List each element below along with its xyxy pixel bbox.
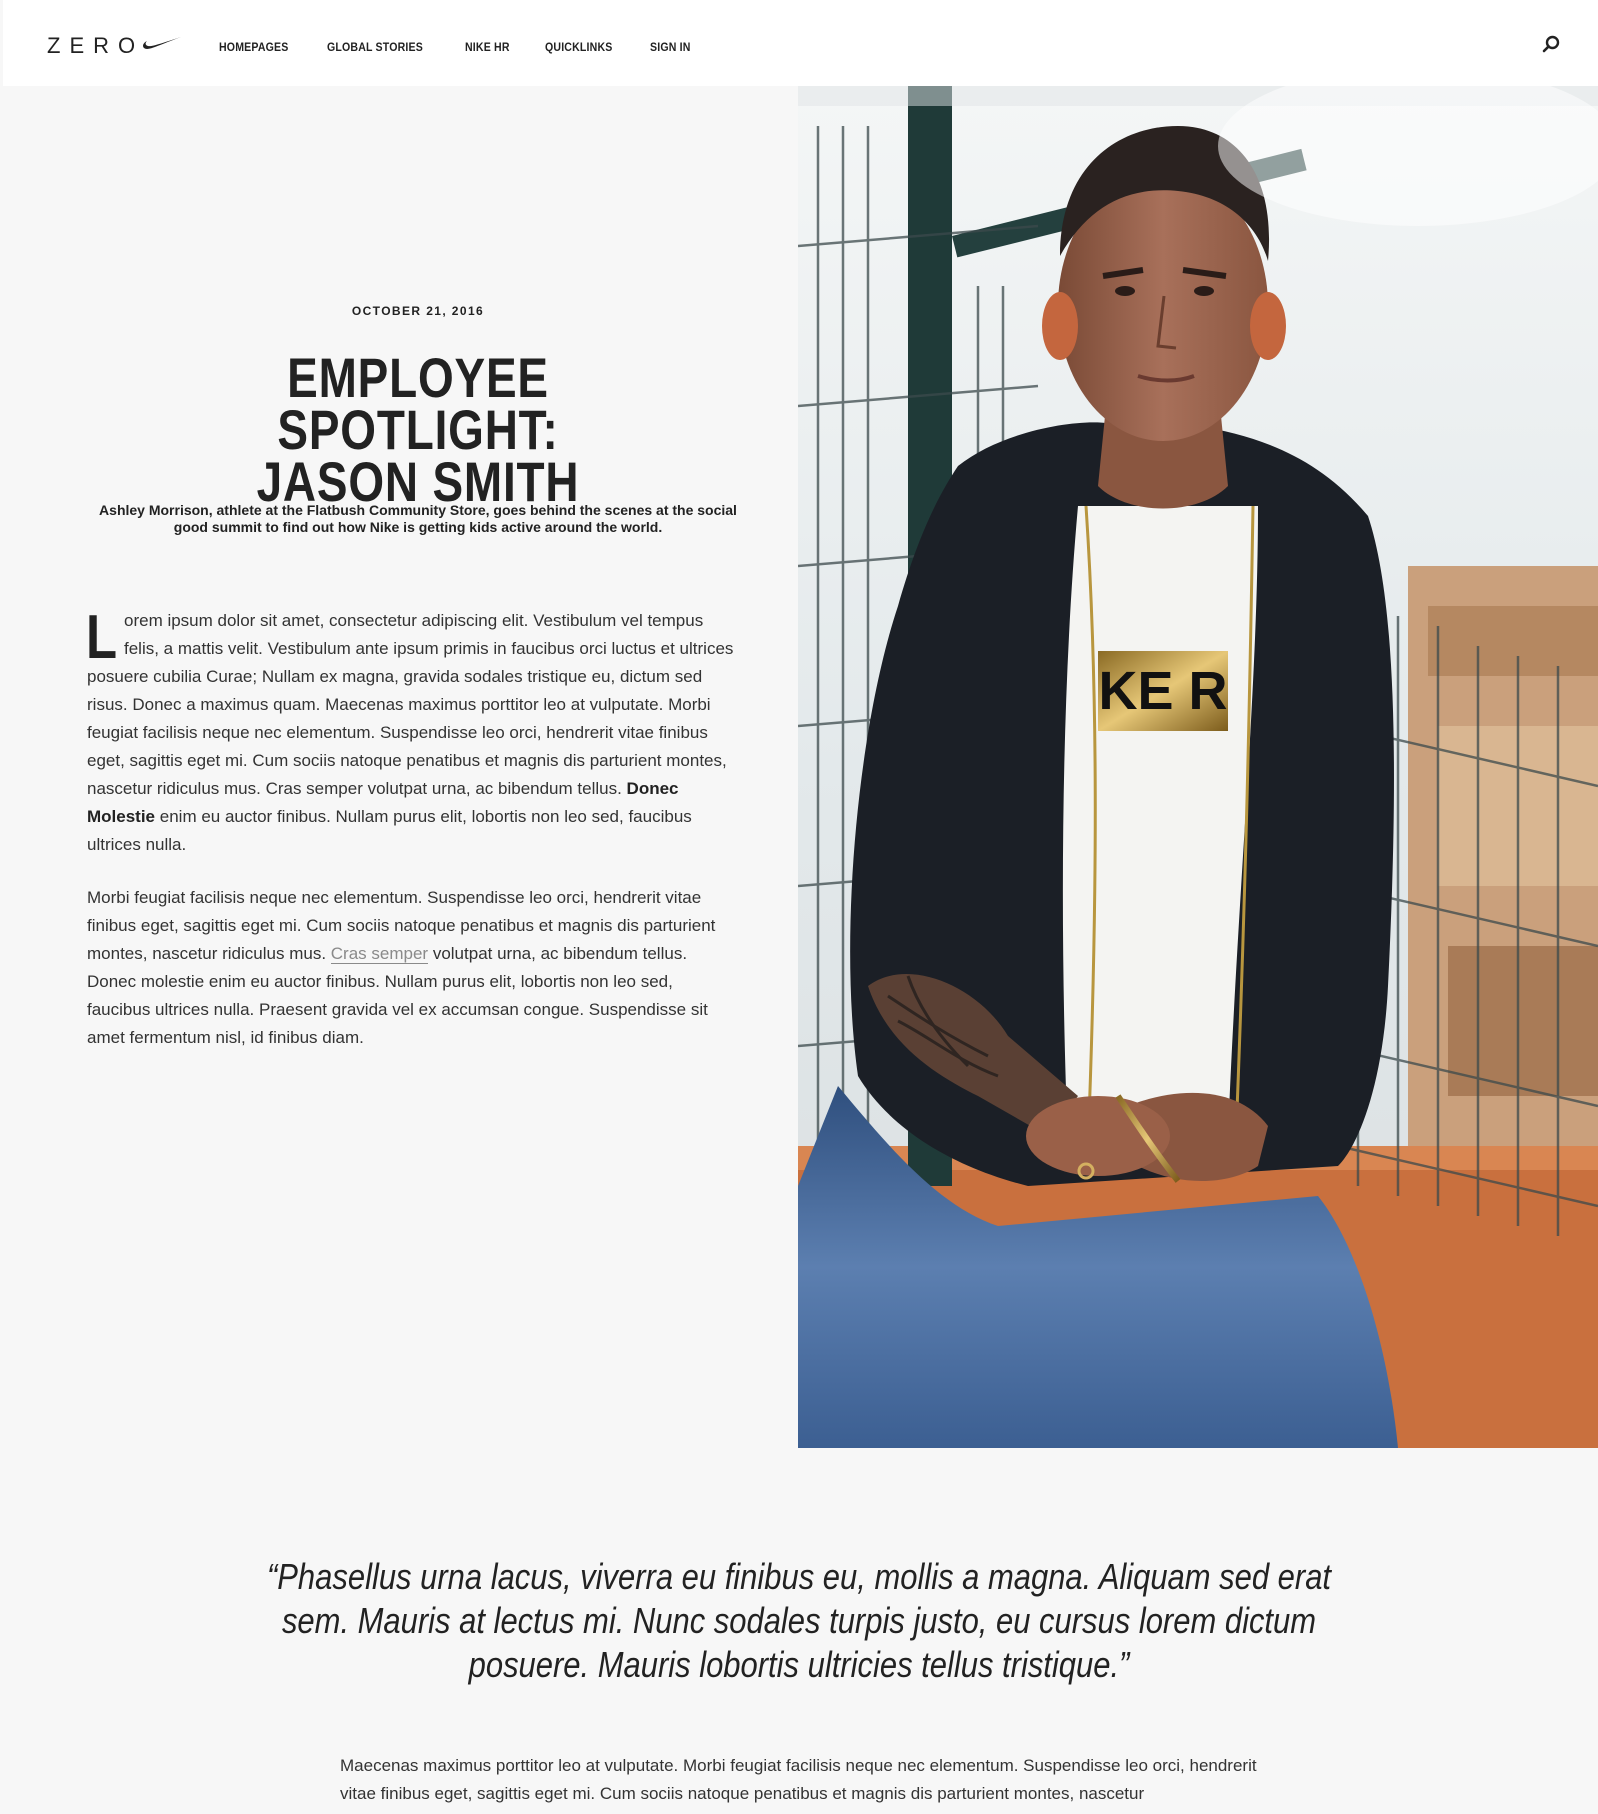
- logo-text: ZERO: [47, 33, 145, 58]
- search-button[interactable]: [1540, 33, 1562, 55]
- main-nav: HOMEPAGES GLOBAL STORIES NIKE HR QUICKLI…: [219, 40, 725, 54]
- body-paragraph-2: Morbi feugiat facilisis neque nec elemen…: [87, 884, 735, 1052]
- site-header: ZERO HOMEPAGES GLOBAL STORIES NIKE HR QU…: [3, 0, 1598, 86]
- body-paragraph-3: Maecenas maximus porttitor leo at vulput…: [340, 1756, 1257, 1803]
- paragraph-1-text-b: enim eu auctor finibus. Nullam purus eli…: [87, 807, 692, 854]
- tshirt-logo-text: KE R: [1098, 661, 1227, 721]
- title-line-1: EMPLOYEE SPOTLIGHT:: [277, 346, 559, 461]
- zero-logo[interactable]: ZERO: [47, 28, 182, 64]
- paragraph-1-text-a: orem ipsum dolor sit amet, consectetur a…: [87, 611, 734, 798]
- hero-photo: KE R: [798, 86, 1598, 1448]
- hero-illustration: KE R: [798, 86, 1598, 1448]
- article-title: EMPLOYEE SPOTLIGHT: JASON SMITH: [146, 350, 690, 510]
- body-paragraph-1: Lorem ipsum dolor sit amet, consectetur …: [86, 603, 735, 859]
- swoosh-icon: [143, 37, 182, 49]
- search-icon: [1542, 35, 1560, 53]
- pull-quote: “Phasellus urna lacus, viverra eu finibu…: [266, 1556, 1332, 1685]
- nav-global-stories[interactable]: GLOBAL STORIES: [327, 40, 423, 54]
- nav-nike-hr[interactable]: NIKE HR: [465, 40, 510, 54]
- article-date: OCTOBER 21, 2016: [351, 304, 485, 318]
- inline-link[interactable]: Cras semper: [330, 944, 429, 964]
- nav-quicklinks[interactable]: QUICKLINKS: [545, 40, 612, 54]
- nav-sign-in[interactable]: SIGN IN: [650, 40, 691, 54]
- nav-homepages[interactable]: HOMEPAGES: [219, 40, 288, 54]
- drop-cap: L: [86, 603, 118, 672]
- article-subtitle: Ashley Morrison, athlete at the Flatbush…: [99, 502, 737, 535]
